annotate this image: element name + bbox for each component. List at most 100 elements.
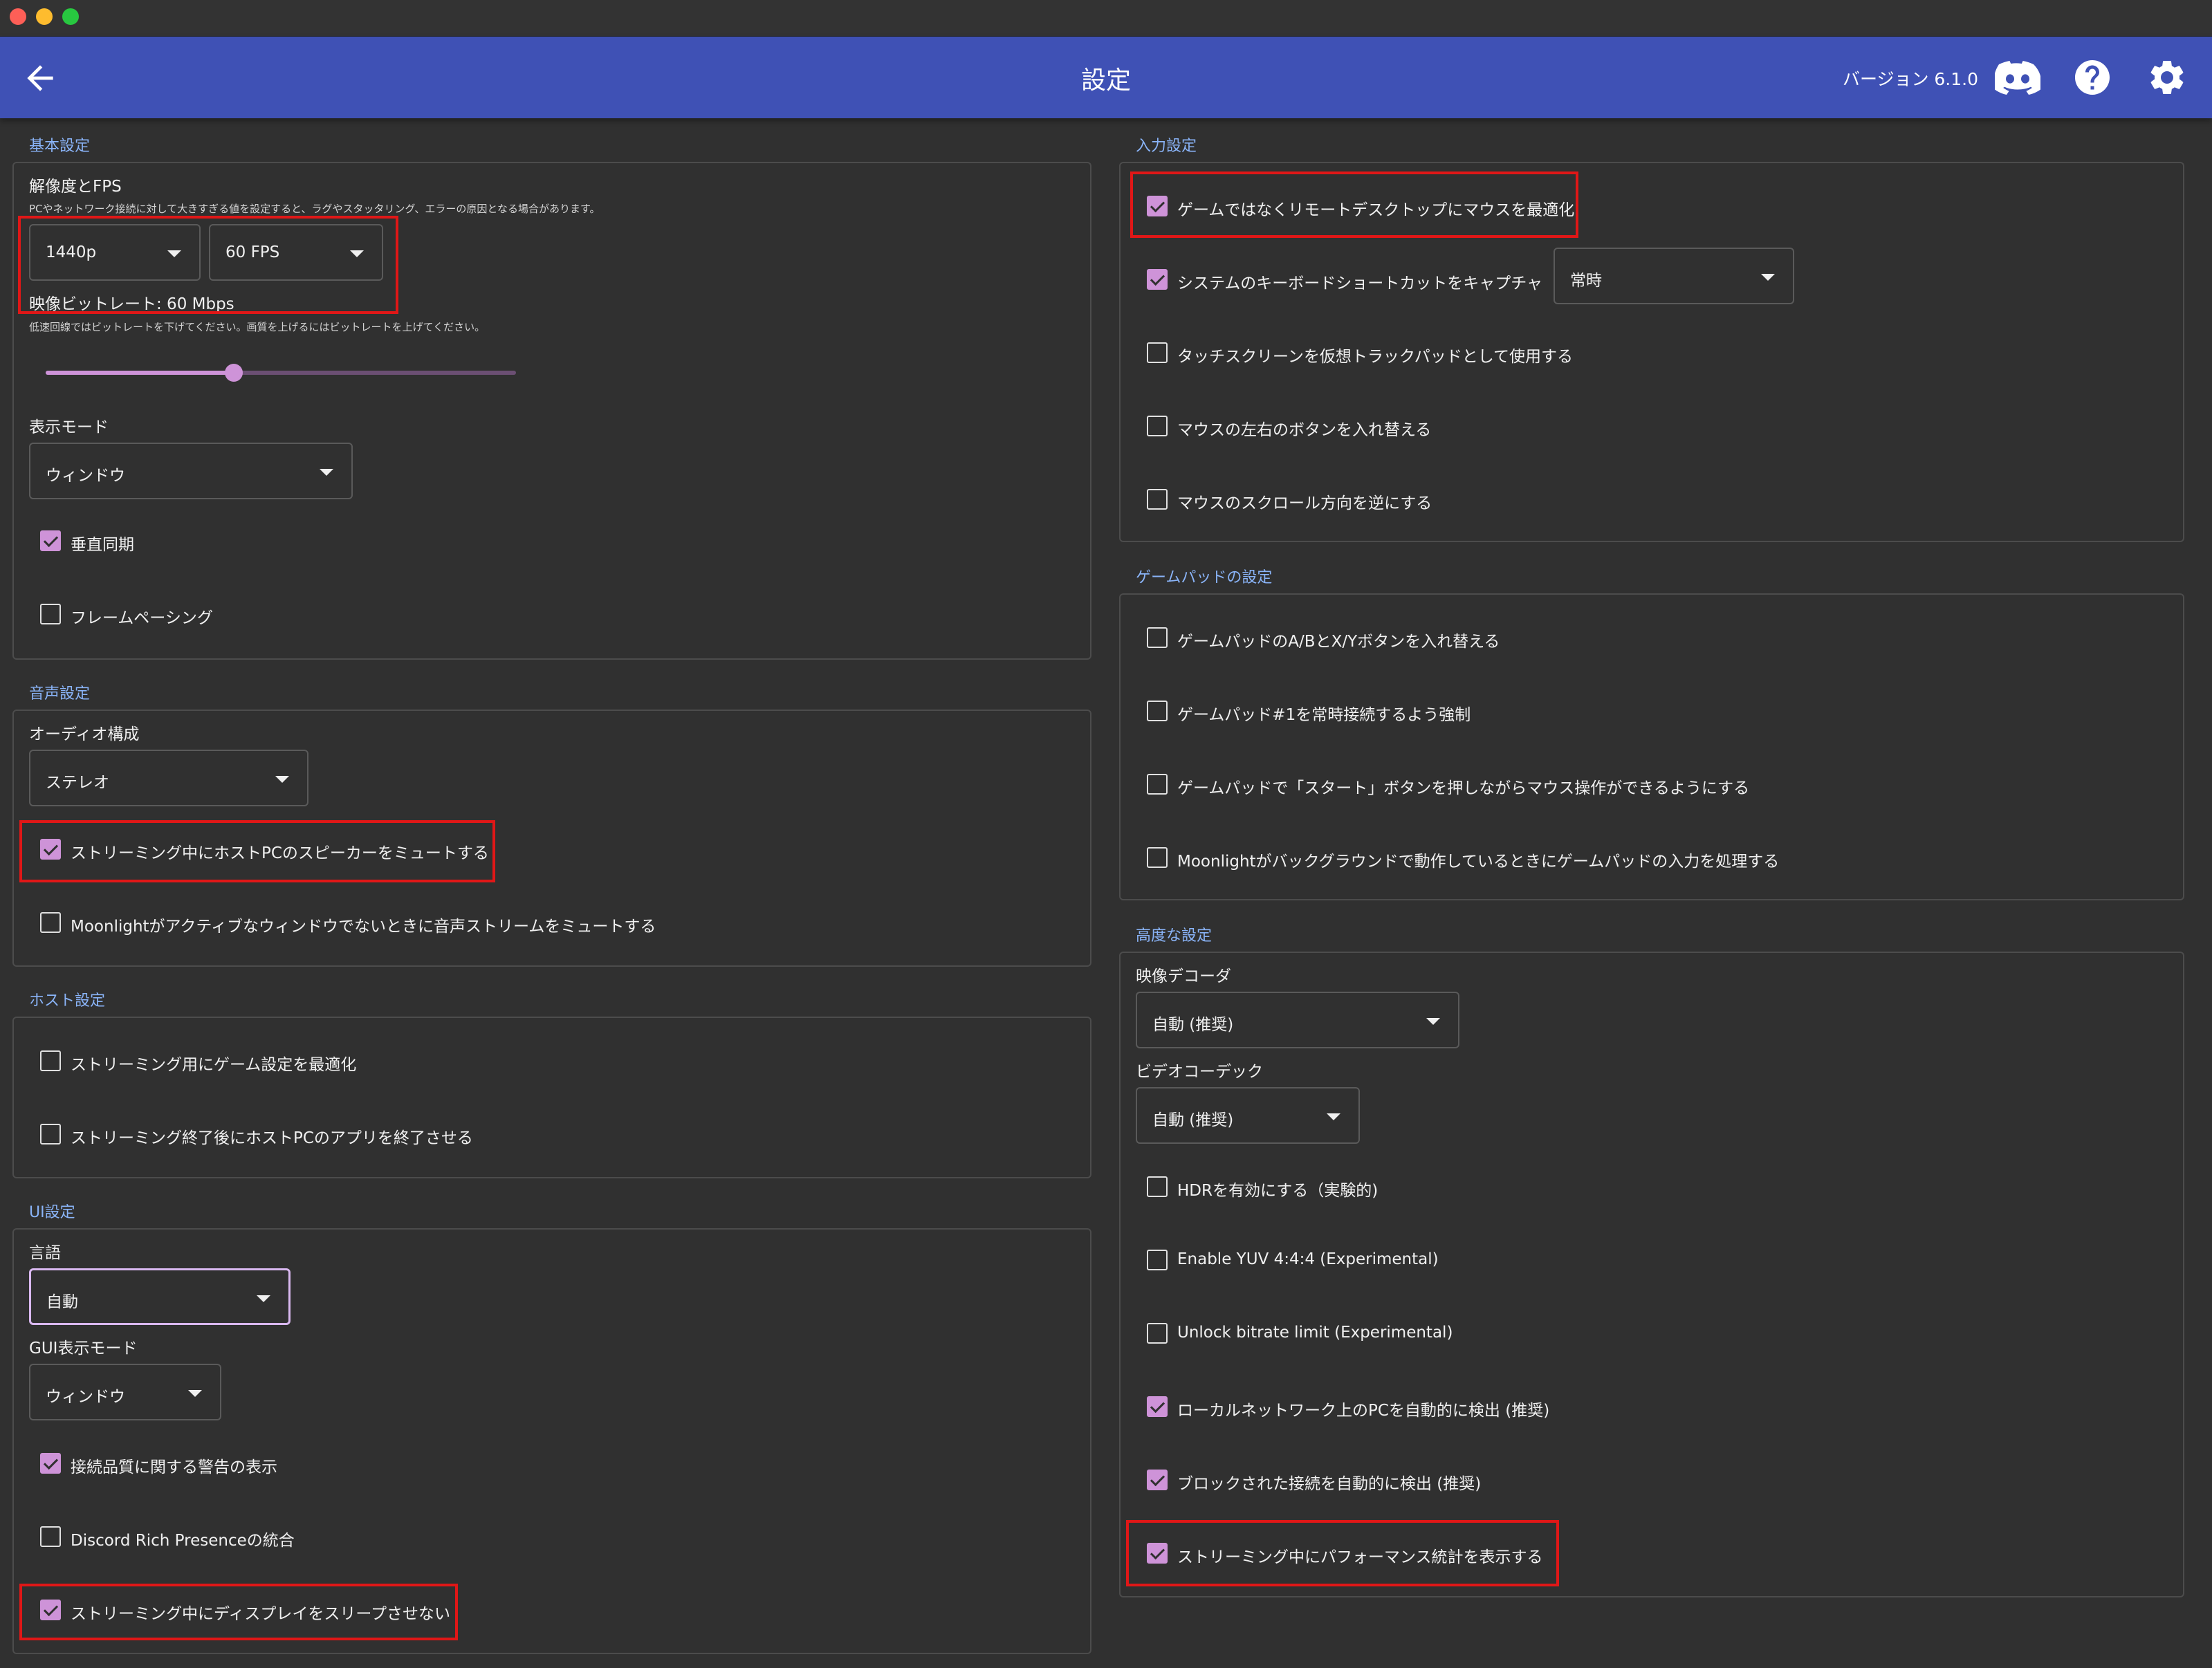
start-mouse-checkbox-box[interactable]: [1147, 774, 1168, 795]
frame-pacing-checkbox-box[interactable]: [40, 604, 61, 624]
settings-button[interactable]: [2143, 55, 2191, 100]
section-input-title: 入力設定: [1136, 138, 1197, 155]
window-titlebar: [0, 0, 2212, 37]
quit-app-checkbox-box[interactable]: [40, 1124, 61, 1145]
capture-shortcuts-checkbox[interactable]: システムのキーボードショートカットをキャプチャ: [1147, 264, 1542, 295]
unlock-bitrate-checkbox-box[interactable]: [1147, 1323, 1168, 1344]
chevron-down-icon: [320, 469, 333, 476]
swap-ab-checkbox[interactable]: ゲームパッドのA/BとX/Yボタンを入れ替える: [1147, 622, 2115, 653]
perf-overlay-checkbox-box[interactable]: [1147, 1543, 1168, 1564]
display-mode-select[interactable]: ウィンドウ: [29, 443, 353, 499]
mute-inactive-checkbox-box[interactable]: [40, 912, 61, 933]
resolution-select[interactable]: 1440p: [29, 224, 201, 281]
detect-local-checkbox[interactable]: ローカルネットワーク上のPCを自動的に検出 (推奨): [1147, 1391, 2115, 1422]
force-gamepad1-label: ゲームパッド#1を常時接続するよう強制: [1177, 706, 1471, 724]
capture-shortcuts-checkbox-box[interactable]: [1147, 269, 1168, 290]
mute-host-checkbox[interactable]: ストリーミング中にホストPCのスピーカーをミュートする: [40, 834, 1008, 864]
close-window-button[interactable]: [10, 8, 26, 25]
language-select[interactable]: 自動: [29, 1268, 291, 1325]
swap-mouse-buttons-checkbox[interactable]: マウスの左右のボタンを入れ替える: [1147, 411, 2115, 441]
section-ui-title: UI設定: [29, 1204, 75, 1221]
no-sleep-checkbox[interactable]: ストリーミング中にディスプレイをスリープさせない: [40, 1595, 1008, 1625]
no-sleep-checkbox-box[interactable]: [40, 1600, 61, 1620]
chevron-down-icon: [275, 776, 289, 783]
swap-mouse-buttons-checkbox-box[interactable]: [1147, 416, 1168, 436]
optimize-game-label: ストリーミング用にゲーム設定を最適化: [71, 1056, 357, 1074]
yuv444-checkbox-box[interactable]: [1147, 1250, 1168, 1270]
conn-warning-checkbox-box[interactable]: [40, 1453, 61, 1474]
help-button[interactable]: [2068, 55, 2117, 100]
gui-mode-select[interactable]: ウィンドウ: [29, 1364, 221, 1420]
audio-config-label: オーディオ構成: [29, 725, 140, 743]
vsync-checkbox-box[interactable]: [40, 530, 61, 551]
chevron-down-icon: [257, 1295, 270, 1302]
chevron-down-icon: [1761, 274, 1775, 281]
decoder-select[interactable]: 自動 (推奨): [1136, 992, 1459, 1048]
swap-ab-checkbox-box[interactable]: [1147, 627, 1168, 648]
mute-inactive-checkbox[interactable]: Moonlightがアクティブなウィンドウでないときに音声ストリームをミュートす…: [40, 907, 1008, 938]
bitrate-slider-thumb[interactable]: [225, 364, 243, 382]
hdr-checkbox-box[interactable]: [1147, 1176, 1168, 1197]
section-audio-title: 音声設定: [29, 685, 91, 703]
audio-config-value: ステレオ: [46, 774, 109, 792]
hdr-checkbox[interactable]: HDRを有効にする（実験的): [1147, 1171, 2115, 1202]
codec-select[interactable]: 自動 (推奨): [1136, 1087, 1360, 1144]
remote-mouse-checkbox[interactable]: ゲームではなくリモートデスクトップにマウスを最適化: [1147, 191, 2115, 221]
resfps-hint: PCやネットワーク接続に対して大きすぎる値を設定すると、ラグやスタッタリング、エ…: [29, 203, 600, 215]
touch-trackpad-checkbox[interactable]: タッチスクリーンを仮想トラックパッドとして使用する: [1147, 337, 2115, 368]
swap-mouse-buttons-label: マウスの左右のボタンを入れ替える: [1177, 421, 1432, 439]
detect-local-label: ローカルネットワーク上のPCを自動的に検出 (推奨): [1177, 1402, 1550, 1420]
mute-inactive-label: Moonlightがアクティブなウィンドウでないときに音声ストリームをミュートす…: [71, 918, 656, 936]
gui-mode-value: ウィンドウ: [46, 1388, 125, 1406]
detect-blocked-checkbox-box[interactable]: [1147, 1470, 1168, 1490]
decoder-value: 自動 (推奨): [1152, 1016, 1234, 1034]
optimize-game-checkbox[interactable]: ストリーミング用にゲーム設定を最適化: [40, 1046, 1008, 1076]
background-gamepad-checkbox[interactable]: Moonlightがバックグラウンドで動作しているときにゲームパッドの入力を処理…: [1147, 842, 2115, 873]
detect-blocked-checkbox[interactable]: ブロックされた接続を自動的に検出 (推奨): [1147, 1465, 2115, 1495]
quit-app-label: ストリーミング終了後にホストPCのアプリを終了させる: [71, 1129, 473, 1147]
remote-mouse-checkbox-box[interactable]: [1147, 196, 1168, 216]
perf-overlay-checkbox[interactable]: ストリーミング中にパフォーマンス統計を表示する: [1147, 1538, 2115, 1568]
display-mode-value: ウィンドウ: [46, 467, 125, 485]
discord-button[interactable]: [1993, 55, 2042, 100]
touch-trackpad-checkbox-box[interactable]: [1147, 342, 1168, 363]
panel-host: [12, 1017, 1091, 1178]
discord-presence-label: Discord Rich Presenceの統合: [71, 1532, 295, 1550]
discord-presence-checkbox[interactable]: Discord Rich Presenceの統合: [40, 1521, 1008, 1552]
mute-host-checkbox-box[interactable]: [40, 839, 61, 860]
background-gamepad-checkbox-box[interactable]: [1147, 847, 1168, 868]
zoom-window-button[interactable]: [62, 8, 79, 25]
quit-app-checkbox[interactable]: ストリーミング終了後にホストPCのアプリを終了させる: [40, 1119, 1008, 1149]
discord-presence-checkbox-box[interactable]: [40, 1526, 61, 1547]
start-mouse-checkbox[interactable]: ゲームパッドで「スタート」ボタンを押しながらマウス操作ができるようにする: [1147, 769, 2115, 799]
background-gamepad-label: Moonlightがバックグラウンドで動作しているときにゲームパッドの入力を処理…: [1177, 853, 1780, 871]
yuv444-checkbox[interactable]: Enable YUV 4:4:4 (Experimental): [1147, 1245, 2115, 1275]
capture-shortcuts-label: システムのキーボードショートカットをキャプチャ: [1177, 275, 1543, 293]
conn-warning-checkbox[interactable]: 接続品質に関する警告の表示: [40, 1448, 1008, 1479]
codec-label: ビデオコーデック: [1136, 1063, 1263, 1081]
reverse-scroll-checkbox[interactable]: マウスのスクロール方向を逆にする: [1147, 484, 2115, 515]
fps-select[interactable]: 60 FPS: [209, 224, 383, 281]
bitrate-hint: 低速回線ではビットレートを下げてください。画質を上げるにはビットレートを上げてく…: [29, 321, 486, 333]
capture-mode-value: 常時: [1570, 272, 1602, 290]
vsync-label: 垂直同期: [71, 536, 134, 554]
bitrate-slider[interactable]: [46, 364, 516, 382]
force-gamepad1-checkbox-box[interactable]: [1147, 701, 1168, 721]
vsync-checkbox[interactable]: 垂直同期: [40, 526, 593, 556]
yuv444-label: Enable YUV 4:4:4 (Experimental): [1177, 1250, 1439, 1268]
reverse-scroll-checkbox-box[interactable]: [1147, 489, 1168, 510]
mute-host-label: ストリーミング中にホストPCのスピーカーをミュートする: [71, 844, 489, 862]
remote-mouse-label: ゲームではなくリモートデスクトップにマウスを最適化: [1177, 201, 1575, 219]
detect-local-checkbox-box[interactable]: [1147, 1396, 1168, 1417]
audio-config-select[interactable]: ステレオ: [29, 750, 308, 806]
force-gamepad1-checkbox[interactable]: ゲームパッド#1を常時接続するよう強制: [1147, 696, 2115, 726]
chevron-down-icon: [350, 250, 364, 257]
section-gamepad-title: ゲームパッドの設定: [1136, 569, 1273, 586]
capture-mode-select[interactable]: 常時: [1554, 248, 1794, 304]
frame-pacing-checkbox[interactable]: フレームペーシング: [40, 599, 593, 629]
codec-value: 自動 (推奨): [1152, 1111, 1234, 1129]
unlock-bitrate-checkbox[interactable]: Unlock bitrate limit (Experimental): [1147, 1318, 2115, 1349]
language-label: 言語: [29, 1244, 61, 1262]
optimize-game-checkbox-box[interactable]: [40, 1050, 61, 1071]
minimize-window-button[interactable]: [36, 8, 53, 25]
